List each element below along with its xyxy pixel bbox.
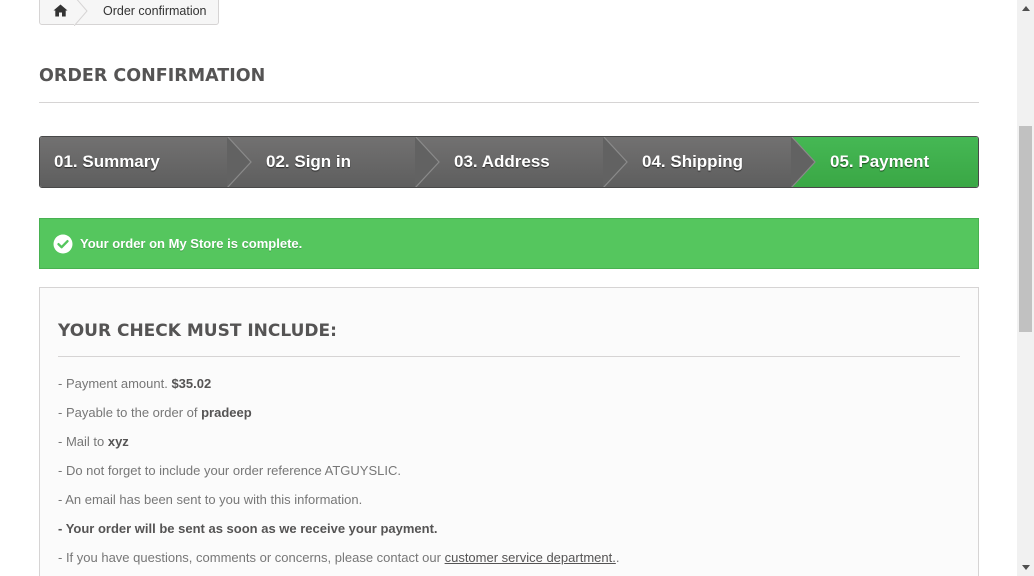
breadcrumb: Order confirmation: [39, 0, 219, 26]
page: Order confirmation ORDER CONFIRMATION 01…: [0, 0, 1017, 576]
sent-line: - Your order will be sent as soon as we …: [58, 521, 438, 536]
questions-line: - If you have questions, comments or con…: [58, 550, 620, 565]
step-label: 02. Sign in: [266, 152, 352, 171]
step-label: 01. Summary: [54, 152, 160, 171]
mail-address: xyz: [107, 434, 129, 449]
step-payment[interactable]: 05. Payment: [792, 137, 978, 187]
scrollbar-thumb[interactable]: [1019, 126, 1032, 332]
customer-service-link[interactable]: customer service department.: [445, 550, 616, 565]
reference-line: - Do not forget to include your order re…: [58, 463, 401, 478]
step-shipping[interactable]: 04. Shipping: [604, 137, 816, 187]
home-icon: [53, 4, 67, 17]
payable-line: - Payable to the order of pradeep: [58, 405, 252, 420]
mail-line: - Mail to xyz: [58, 434, 129, 449]
step-label: 04. Shipping: [642, 152, 744, 171]
step-label: 03. Address: [454, 152, 550, 171]
page-title: ORDER CONFIRMATION: [39, 66, 979, 103]
payment-amount-line: - Payment amount. $35.02: [58, 376, 212, 391]
vertical-scrollbar[interactable]: [1017, 0, 1034, 576]
check-instructions-box: YOUR CHECK MUST INCLUDE: - Payment amoun…: [39, 287, 979, 576]
payable-name: pradeep: [201, 405, 252, 420]
email-line: - An email has been sent to you with thi…: [58, 492, 363, 507]
step-sign-in[interactable]: 02. Sign in: [228, 137, 440, 187]
instructions-list: - Payment amount. $35.02 - Payable to th…: [58, 375, 960, 576]
scroll-up-arrow-icon[interactable]: [1017, 0, 1034, 17]
step-summary[interactable]: 01. Summary: [40, 137, 252, 187]
step-label: 05. Payment: [830, 152, 930, 171]
check-circle-icon: [53, 234, 73, 253]
box-title: YOUR CHECK MUST INCLUDE:: [58, 321, 960, 357]
breadcrumb-current: Order confirmation: [103, 3, 207, 18]
order-steps: 01. Summary 02. Sign in 03. Address 04. …: [39, 136, 979, 188]
store-name: My Store: [168, 236, 224, 251]
payment-amount: $35.02: [171, 376, 212, 391]
success-alert: Your order on My Store is complete.: [39, 218, 979, 269]
alert-text: Your order on My Store is complete.: [80, 236, 303, 251]
step-address[interactable]: 03. Address: [416, 137, 628, 187]
scroll-down-arrow-icon[interactable]: [1017, 559, 1034, 576]
